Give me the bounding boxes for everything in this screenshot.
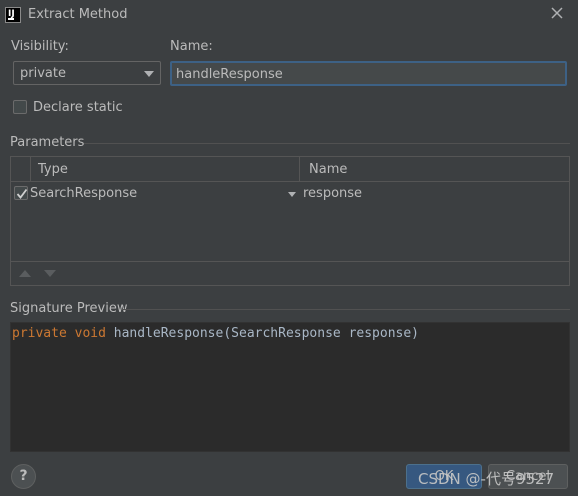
column-separator[interactable] [299, 157, 300, 182]
declare-static-checkbox[interactable] [13, 100, 27, 114]
signature-preview-editor: private void handleResponse(SearchRespon… [10, 322, 570, 452]
type-dropdown-icon[interactable] [288, 192, 296, 197]
name-label: Name: [170, 39, 213, 54]
visibility-value: private [20, 66, 66, 81]
check-icon [16, 188, 28, 199]
signature-divider [122, 309, 570, 310]
table-toolbar [11, 261, 569, 285]
chevron-down-icon [144, 71, 154, 77]
table-header: Type Name [11, 157, 569, 182]
move-down-icon[interactable] [44, 270, 56, 277]
close-icon[interactable] [550, 6, 564, 20]
parameter-type[interactable]: SearchResponse [30, 186, 137, 201]
watermark-text: CSDN @-代号9527 [418, 470, 555, 488]
visibility-label: Visibility: [11, 39, 69, 54]
move-up-icon[interactable] [19, 270, 31, 277]
help-button[interactable]: ? [11, 464, 36, 489]
keyword-private: private [12, 326, 67, 341]
intellij-app-icon: IJ [5, 7, 21, 23]
declare-static-label[interactable]: Declare static [33, 100, 123, 115]
signature-rest: handleResponse(SearchResponse response) [113, 326, 420, 341]
parameter-checkbox[interactable] [14, 186, 28, 200]
column-header-type[interactable]: Type [38, 162, 68, 177]
visibility-dropdown[interactable]: private [13, 61, 161, 85]
parameter-name[interactable]: response [303, 186, 362, 201]
title-bar: IJ Extract Method [0, 0, 578, 30]
dialog-title: Extract Method [28, 7, 128, 22]
column-header-name[interactable]: Name [309, 162, 347, 177]
keyword-void: void [74, 326, 106, 341]
method-name-value: handleResponse [176, 67, 283, 82]
parameters-table[interactable]: Type Name SearchResponse response [10, 156, 570, 286]
signature-code: private void handleResponse(SearchRespon… [12, 326, 419, 341]
parameters-divider [84, 143, 570, 144]
signature-preview-label: Signature Preview [10, 301, 128, 316]
method-name-input[interactable]: handleResponse [170, 61, 567, 86]
table-row[interactable]: SearchResponse response [11, 183, 569, 205]
parameters-section-label: Parameters [10, 135, 85, 150]
header-checkbox-column [11, 157, 31, 182]
